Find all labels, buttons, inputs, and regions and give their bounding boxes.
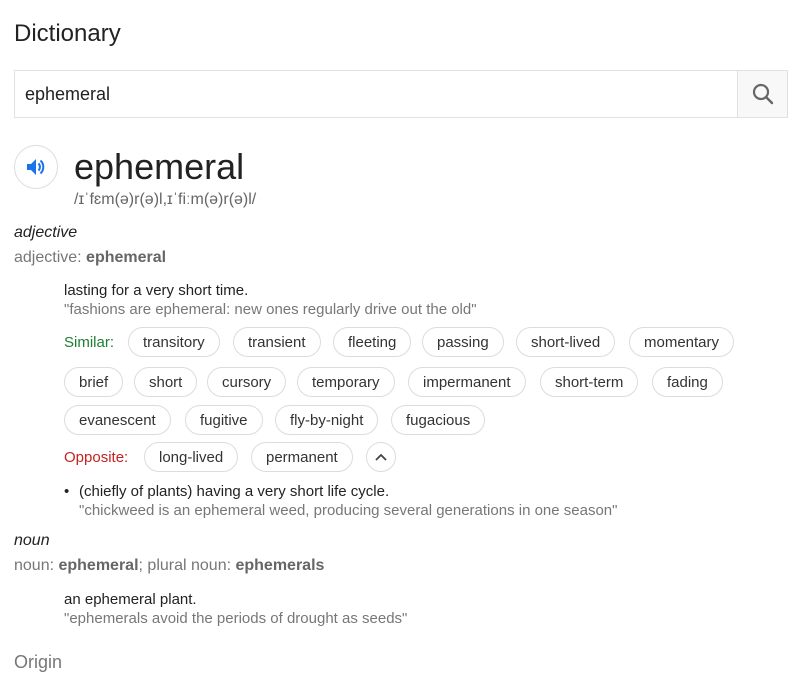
sub-sense-definition: (chiefly of plants) having a very short … [79,483,390,500]
speaker-icon [27,159,45,175]
similar-chip[interactable]: short-lived [516,327,616,357]
opposite-label: Opposite: [64,449,129,466]
similar-chip[interactable]: fugacious [391,405,486,435]
similar-label: Similar: [64,334,115,351]
adjective-forms: adjective: ephemeral [14,249,166,267]
collapse-button[interactable] [366,442,396,472]
adjective-forms-word: ephemeral [86,249,167,266]
similar-chip[interactable]: cursory [207,367,287,397]
search-input[interactable] [15,71,737,117]
similar-chip[interactable]: fugitive [185,405,263,435]
similar-chip[interactable]: short-term [540,367,639,397]
similar-chip[interactable]: fading [652,367,723,397]
search-button[interactable] [737,71,787,117]
part-of-speech-adjective: adjective [14,224,78,241]
similar-chip[interactable]: fly-by-night [275,405,379,435]
noun-forms: noun: ephemeral; plural noun: ephemerals [14,557,324,575]
noun-forms-separator: ; plural noun: [138,557,236,574]
adjective-forms-prefix: adjective: [14,249,87,266]
pronounce-button[interactable] [14,145,58,189]
noun-forms-prefix: noun: [14,557,59,574]
similar-chip[interactable]: evanescent [64,405,171,435]
opposite-chip[interactable]: permanent [251,442,353,472]
headword: ephemeral [74,146,245,187]
noun-forms-plural: ephemerals [235,557,325,574]
similar-chip[interactable]: short [134,367,198,397]
page-title: Dictionary [14,20,121,47]
opposite-chip[interactable]: long-lived [144,442,239,472]
part-of-speech-noun: noun [14,532,50,549]
chevron-up-icon [375,454,387,461]
similar-chip[interactable]: momentary [629,327,735,357]
similar-chip[interactable]: passing [422,327,504,357]
adjective-definition: lasting for a very short time. [64,282,249,299]
search-box [14,70,788,118]
similar-chip[interactable]: impermanent [408,367,526,397]
similar-chip[interactable]: temporary [297,367,395,397]
noun-forms-word: ephemeral [58,557,139,574]
sub-sense-bullet: • [64,483,70,500]
similar-chip[interactable]: transient [233,327,321,357]
origin-heading: Origin [14,652,63,672]
similar-chip[interactable]: fleeting [333,327,412,357]
noun-example: "ephemerals avoid the periods of drought… [64,610,408,627]
phonetic-transcription: /ɪˈfɛm(ə)r(ə)l,ɪˈfiːm(ə)r(ə)l/ [74,191,257,208]
similar-chip[interactable]: brief [64,367,124,397]
noun-definition: an ephemeral plant. [64,591,197,608]
adjective-example: "fashions are ephemeral: new ones regula… [64,301,477,318]
similar-chip[interactable]: transitory [128,327,220,357]
sub-sense-example: "chickweed is an ephemeral weed, produci… [79,502,618,519]
search-icon [752,83,773,105]
